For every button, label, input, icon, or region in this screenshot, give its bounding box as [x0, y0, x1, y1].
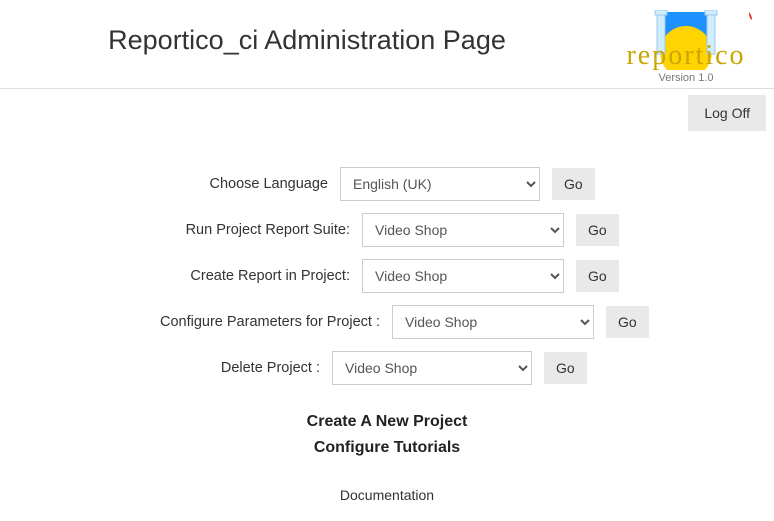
version-label: Version 1.0 [658, 72, 713, 84]
reportico-logo: reportico [611, 10, 761, 70]
create-go-button[interactable]: Go [576, 260, 619, 292]
create-select[interactable]: Video Shop [362, 259, 564, 293]
header: Reportico_ci Administration Page reporti… [0, 0, 774, 89]
create-row: Create Report in Project: Video Shop Go [40, 259, 734, 293]
svg-text:reportico: reportico [626, 40, 745, 70]
page-title: Reportico_ci Administration Page [8, 24, 606, 56]
configure-go-button[interactable]: Go [606, 306, 649, 338]
run-row: Run Project Report Suite: Video Shop Go [40, 213, 734, 247]
configure-select[interactable]: Video Shop [392, 305, 594, 339]
configure-tutorials-link[interactable]: Configure Tutorials [40, 439, 734, 457]
content: Choose Language English (UK) Go Run Proj… [0, 137, 774, 503]
links-block: Create A New Project Configure Tutorials… [40, 413, 734, 503]
run-label: Run Project Report Suite: [40, 222, 350, 238]
logo-block: reportico Version 1.0 [606, 10, 766, 84]
create-new-project-link[interactable]: Create A New Project [40, 413, 734, 431]
delete-label: Delete Project : [40, 360, 320, 376]
delete-go-button[interactable]: Go [544, 352, 587, 384]
logoff-button[interactable]: Log Off [688, 95, 766, 131]
run-select[interactable]: Video Shop [362, 213, 564, 247]
create-label: Create Report in Project: [40, 268, 350, 284]
configure-row: Configure Parameters for Project : Video… [40, 305, 734, 339]
language-select[interactable]: English (UK) [340, 167, 540, 201]
topbar: Log Off [0, 89, 774, 137]
language-go-button[interactable]: Go [552, 168, 595, 200]
delete-select[interactable]: Video Shop [332, 351, 532, 385]
configure-label: Configure Parameters for Project : [40, 314, 380, 330]
run-go-button[interactable]: Go [576, 214, 619, 246]
language-row: Choose Language English (UK) Go [40, 167, 734, 201]
delete-row: Delete Project : Video Shop Go [40, 351, 734, 385]
language-label: Choose Language [40, 176, 328, 192]
documentation-link[interactable]: Documentation [40, 487, 734, 503]
title-wrap: Reportico_ci Administration Page [8, 10, 606, 56]
